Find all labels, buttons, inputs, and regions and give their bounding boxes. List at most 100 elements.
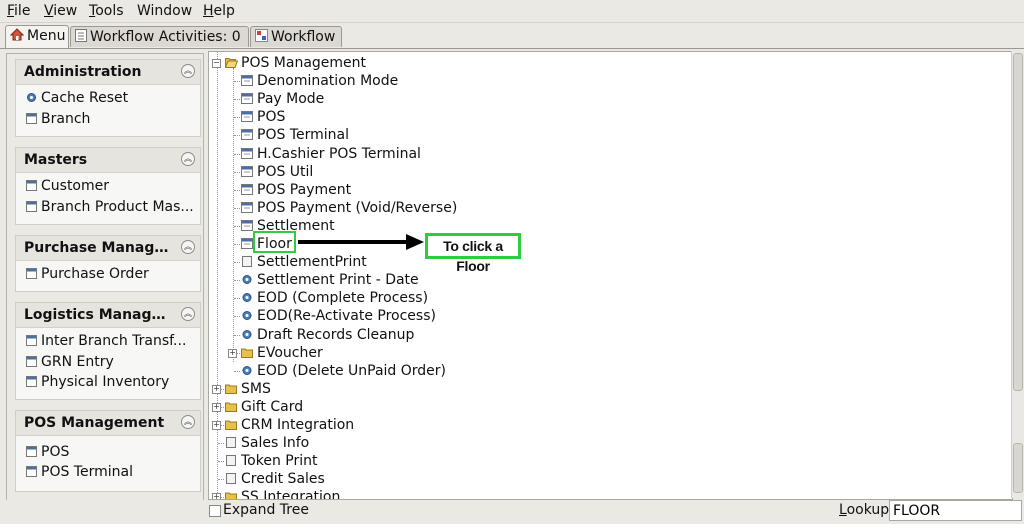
sidebar-item-purchase-order[interactable]: Purchase Order: [26, 266, 196, 284]
tree-node-label: SMS: [241, 380, 271, 397]
sidebar-item-physical-inventory[interactable]: Physical Inventory: [26, 374, 196, 392]
tree-node-label: Pay Mode: [257, 91, 325, 108]
expand-tree-label: Expand Tree: [223, 502, 309, 518]
folder-icon: [225, 381, 237, 394]
lookup-input[interactable]: [889, 500, 1022, 521]
tree-node-label: Gift Card: [241, 398, 304, 415]
tab-workflow-activities[interactable]: Workflow Activities: 0: [70, 26, 249, 47]
form-icon: [241, 127, 253, 141]
tab-workflow[interactable]: Workflow: [250, 26, 342, 47]
collapse-toggle-icon[interactable]: −: [212, 59, 221, 68]
tab-workflow-activities-label: Workflow Activities: 0: [90, 29, 241, 45]
gear-icon: [241, 272, 253, 285]
collapse-icon[interactable]: ︽: [181, 152, 195, 166]
tree-node-label: POS Management: [241, 55, 367, 71]
tree-node-denomination-mode[interactable]: Denomination Mode: [241, 72, 398, 90]
sidebar-item-customer[interactable]: Customer: [26, 178, 196, 196]
group-title: POS Management: [24, 415, 165, 431]
sidebar-group-administration: Administration ︽ Cache Reset Branch: [15, 59, 201, 137]
collapse-icon[interactable]: ︽: [181, 307, 195, 321]
tree-node-h-cashier-pos-terminal[interactable]: H.Cashier POS Terminal: [241, 145, 421, 163]
group-title: Masters: [24, 152, 88, 168]
sidebar-group-logistics-management: Logistics Manage... ︽ Inter Branch Transf…: [15, 302, 201, 400]
folder-icon: [225, 399, 237, 412]
tab-workflow-label: Workflow: [271, 29, 336, 45]
menu-file[interactable]: File: [7, 3, 30, 19]
expand-toggle-icon[interactable]: +: [212, 421, 221, 430]
tree-node-sms[interactable]: SMS: [225, 380, 271, 398]
form-icon: [241, 200, 253, 213]
collapse-icon[interactable]: ︽: [181, 240, 195, 254]
form-icon: [241, 218, 253, 231]
annotation-arrow: [298, 234, 424, 250]
sidebar: Administration ︽ Cache Reset Branch Maste…: [6, 53, 204, 520]
vertical-scrollbar[interactable]: [1011, 51, 1024, 498]
tab-strip: Menu Workflow Activities: 0 Workflow: [0, 24, 1024, 49]
tree-node-ss-integration[interactable]: SS Integration: [225, 488, 340, 499]
tree-node-label: Sales Info: [241, 435, 310, 452]
menu-view[interactable]: View: [44, 3, 77, 19]
tree-node-eod-re-activate-process[interactable]: EOD(Re-Activate Process): [241, 307, 436, 325]
tree-node-label: EVoucher: [257, 344, 323, 361]
menu-help[interactable]: Help: [203, 3, 235, 19]
collapse-icon[interactable]: ︽: [181, 415, 195, 429]
menu-tree: POS Management − Denomination Mode Pay Mode…: [208, 51, 1013, 500]
sidebar-item-pos-terminal[interactable]: POS Terminal: [26, 464, 196, 482]
expand-toggle-icon[interactable]: +: [212, 402, 221, 412]
sidebar-item-inter-branch-transfer[interactable]: Inter Branch Transf...: [26, 333, 196, 351]
menu-tools[interactable]: Tools: [89, 3, 124, 19]
tree-node-pos-payment-void-reverse[interactable]: POS Payment (Void/Reverse): [241, 199, 457, 217]
tree-node-draft-records-cleanup[interactable]: Draft Records Cleanup: [241, 326, 414, 344]
menu-bar: File View Tools Window Help: [0, 0, 1024, 23]
tree-node-credit-sales[interactable]: Credit Sales: [225, 470, 325, 488]
tree-node-pos[interactable]: POS: [241, 108, 285, 126]
expand-toggle-icon[interactable]: +: [228, 348, 237, 358]
list-icon: [75, 28, 87, 48]
sidebar-item-branch[interactable]: Branch: [26, 111, 196, 129]
tree-node-label: Settlement Print - Date: [257, 272, 419, 289]
tree-node-gift-card[interactable]: Gift Card: [225, 398, 303, 416]
sidebar-item-branch-product-master[interactable]: Branch Product Mas...: [26, 199, 196, 217]
sidebar-item-pos[interactable]: POS: [26, 444, 196, 462]
tree-node-settlement-print-date[interactable]: Settlement Print - Date: [241, 271, 419, 289]
tree-node-label: SettlementPrint: [257, 254, 367, 271]
tree-node-pos-util[interactable]: POS Util: [241, 163, 313, 181]
collapse-icon[interactable]: ︽: [181, 64, 195, 78]
tree-node-label: Draft Records Cleanup: [257, 326, 415, 343]
form-icon: [26, 179, 37, 191]
expand-tree-checkbox[interactable]: [209, 505, 221, 517]
scrollbar-thumb[interactable]: [1013, 53, 1023, 391]
tree-node-evoucher[interactable]: EVoucher: [241, 344, 323, 362]
expand-toggle-icon[interactable]: +: [212, 384, 221, 394]
report-icon: [225, 471, 237, 485]
tree-node-pay-mode[interactable]: Pay Mode: [241, 90, 324, 108]
sidebar-group-pos-management: POS Management ︽ POS POS Terminal: [15, 410, 201, 492]
menu-window[interactable]: Window: [137, 3, 192, 19]
form-icon: [26, 267, 37, 279]
home-icon: [9, 27, 25, 47]
tree-node-crm-integration[interactable]: CRM Integration: [225, 416, 354, 434]
tree-node-settlementprint[interactable]: SettlementPrint: [241, 253, 367, 271]
tree-node-pos-terminal[interactable]: POS Terminal: [241, 126, 349, 144]
scrollbar-track-segment[interactable]: [1013, 443, 1023, 493]
form-icon: [26, 355, 37, 367]
sidebar-group-purchase-management: Purchase Manage... ︽ Purchase Order: [15, 235, 201, 292]
tree-node-eod-delete-unpaid-order[interactable]: EOD (Delete UnPaid Order): [241, 362, 446, 380]
tree-node-label: POS: [257, 109, 286, 126]
sidebar-item-grn-entry[interactable]: GRN Entry: [26, 354, 196, 372]
form-icon: [26, 334, 37, 346]
form-icon: [241, 236, 253, 249]
form-icon: [241, 109, 253, 123]
tree-node-label: EOD(Re-Activate Process): [257, 308, 436, 325]
folder-open-icon: [224, 55, 239, 68]
sidebar-item-cache-reset[interactable]: Cache Reset: [26, 90, 196, 108]
tab-menu[interactable]: Menu: [5, 25, 69, 48]
tree-node-token-print[interactable]: Token Print: [225, 452, 318, 470]
tree-node-pos-payment[interactable]: POS Payment: [241, 181, 351, 199]
sidebar-group-masters: Masters ︽ Customer Branch Product Mas...: [15, 147, 201, 225]
group-title: Purchase Manage...: [24, 240, 170, 256]
tree-node-pos-management[interactable]: POS Management: [224, 54, 367, 72]
expand-toggle-icon[interactable]: +: [212, 493, 221, 499]
tree-node-eod-complete-process[interactable]: EOD (Complete Process): [241, 289, 428, 307]
tree-node-sales-info[interactable]: Sales Info: [225, 434, 309, 452]
